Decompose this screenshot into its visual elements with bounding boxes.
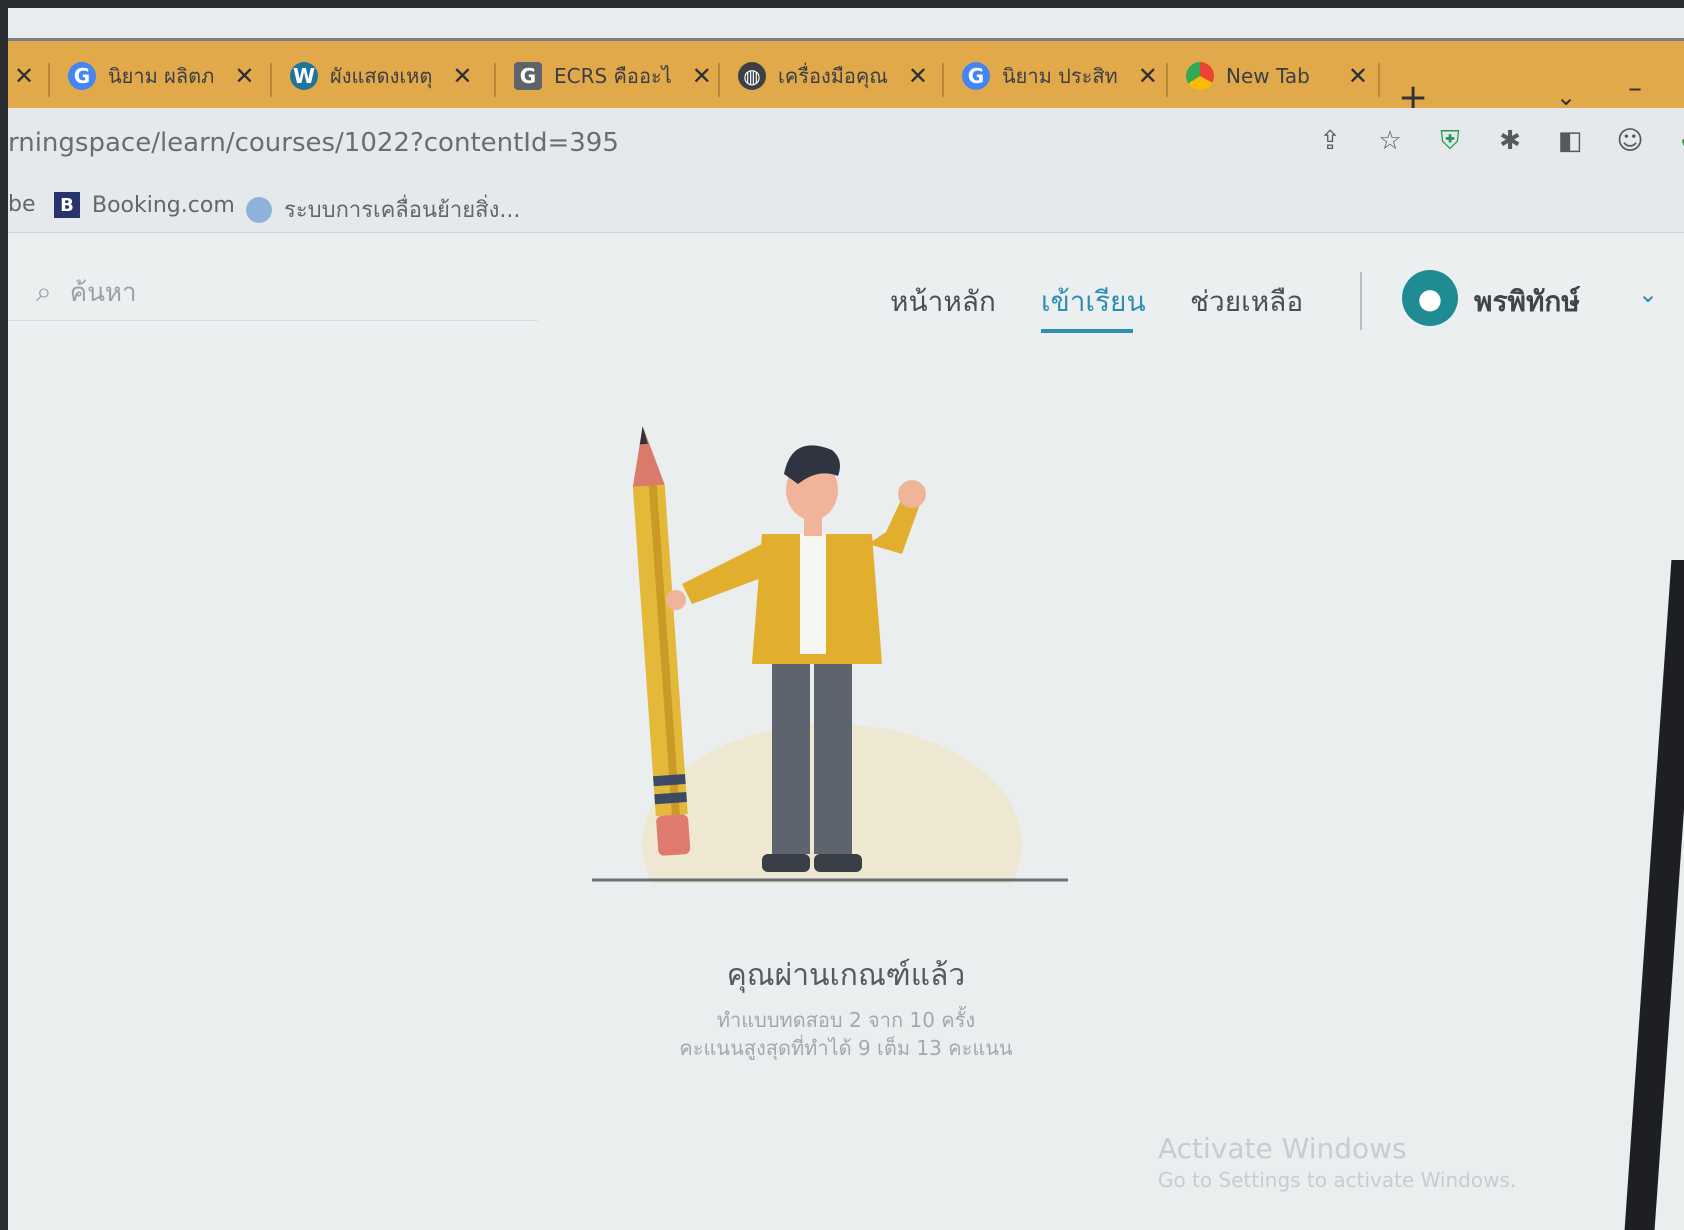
address-bar: rningspace/learn/courses/1022?contentId=… xyxy=(8,108,1684,180)
monitor-screen: ✕ G นิยาม ผลิตภ ✕ W ผังแสดงเหตุ ✕ G ECRS… xyxy=(8,8,1684,1230)
bookmark-label: ระบบการเคลื่อนย้ายสิ่ง... xyxy=(284,198,521,223)
sidepanel-icon[interactable]: ◧ xyxy=(1553,126,1587,157)
search-icon: ⌕ xyxy=(36,275,52,308)
close-icon[interactable]: ✕ xyxy=(234,62,254,90)
close-icon[interactable]: ✕ xyxy=(14,62,34,90)
booking-icon: B xyxy=(54,192,80,218)
minimize-icon[interactable]: – xyxy=(1628,71,1642,104)
tab-title: นิยาม ประสิท xyxy=(1002,64,1118,88)
tab-1[interactable]: W ผังแสดงเหตุ ✕ xyxy=(290,51,472,101)
close-icon[interactable]: ✕ xyxy=(908,62,928,90)
share-icon[interactable]: ⇪ xyxy=(1313,126,1347,157)
tab-2[interactable]: G ECRS คืออะไ ✕ xyxy=(514,51,712,101)
best-score-text: คะแนนสูงสุดที่ทำได้ 9 เต็ม 13 คะแนน xyxy=(679,1036,1013,1060)
adblock-shield-icon[interactable]: ⛨ xyxy=(1433,126,1467,157)
success-illustration xyxy=(592,426,1068,884)
main-content: คุณผ่านเกณฑ์แล้ว ทำแบบทดสอบ 2 จาก 10 ครั… xyxy=(8,356,1684,1230)
tab-title: New Tab xyxy=(1226,64,1310,88)
close-icon[interactable]: ✕ xyxy=(692,62,712,90)
profile-icon[interactable]: ☺ xyxy=(1613,126,1647,157)
search-input[interactable]: ⌕ ค้นหา xyxy=(8,264,538,321)
star-icon[interactable]: ☆ xyxy=(1373,126,1407,157)
site-header: ⌕ ค้นหา หน้าหลัก เข้าเรียน ช่วยเหลือ ● พ… xyxy=(8,234,1684,357)
pencil-icon xyxy=(632,426,691,856)
google-icon: G xyxy=(68,62,96,90)
nav-help[interactable]: ช่วยเหลือ xyxy=(1190,280,1303,324)
search-placeholder: ค้นหา xyxy=(69,277,137,308)
close-icon[interactable]: ✕ xyxy=(452,62,472,90)
tab-4[interactable]: G นิยาม ประสิท ✕ xyxy=(962,51,1158,101)
url-field[interactable]: rningspace/learn/courses/1022?contentId=… xyxy=(8,128,619,158)
close-icon[interactable]: ✕ xyxy=(1348,62,1368,90)
tab-title: นิยาม ผลิตภ xyxy=(108,64,215,88)
activate-windows-title: Activate Windows xyxy=(1158,1132,1407,1165)
google-icon: G xyxy=(962,62,990,90)
user-avatar-icon[interactable]: ● xyxy=(1402,270,1458,326)
toolbar-icons: ⇪ ☆ ⛨ ✱ ◧ ☺ ✔ xyxy=(1313,126,1684,157)
chevron-down-icon[interactable]: ⌄ xyxy=(1556,83,1576,111)
nav-learn[interactable]: เข้าเรียน xyxy=(1041,280,1146,324)
tab-title: เครื่องมือคุณ xyxy=(778,64,888,88)
tab-0[interactable]: G นิยาม ผลิตภ ✕ xyxy=(68,51,254,101)
tab-title: ผังแสดงเหตุ xyxy=(330,64,433,88)
bookmark-label: be xyxy=(8,192,36,217)
close-icon[interactable]: ✕ xyxy=(1138,62,1158,90)
tab-3[interactable]: ◍ เครื่องมือคุณ ✕ xyxy=(738,51,928,101)
chrome-icon xyxy=(1186,62,1214,90)
tab-5[interactable]: New Tab ✕ xyxy=(1186,51,1368,101)
bookmark-booking[interactable]: B Booking.com xyxy=(54,192,235,218)
tab-strip: ✕ G นิยาม ผลิตภ ✕ W ผังแสดงเหตุ ✕ G ECRS… xyxy=(8,38,1684,118)
bookmark-item[interactable]: ระบบการเคลื่อนย้ายสิ่ง... xyxy=(246,192,520,227)
wordpress-icon: W xyxy=(290,62,318,90)
divider xyxy=(1360,272,1362,330)
tab-close-partial[interactable]: ✕ xyxy=(14,51,34,101)
bookmarks-bar: be B Booking.com ระบบการเคลื่อนย้ายสิ่ง.… xyxy=(8,180,1684,233)
g-logo-icon: G xyxy=(514,62,542,90)
activate-windows-subtitle: Go to Settings to activate Windows. xyxy=(1158,1168,1517,1192)
result-title: คุณผ่านเกณฑ์แล้ว xyxy=(726,958,966,993)
bookmark-label: Booking.com xyxy=(92,192,235,218)
tab-title: ECRS คืออะไ xyxy=(554,64,672,88)
bookmark-item[interactable]: be xyxy=(8,192,36,217)
user-name[interactable]: พรพิทักษ์ xyxy=(1474,280,1580,324)
active-nav-indicator xyxy=(1041,329,1133,333)
check-icon[interactable]: ✔ xyxy=(1673,126,1684,157)
chevron-down-icon[interactable]: ⌄ xyxy=(1638,280,1658,308)
puzzle-icon[interactable]: ✱ xyxy=(1493,126,1527,157)
globe-icon: ◍ xyxy=(738,62,766,90)
globe-icon xyxy=(246,196,272,223)
nav-home[interactable]: หน้าหลัก xyxy=(890,280,996,324)
